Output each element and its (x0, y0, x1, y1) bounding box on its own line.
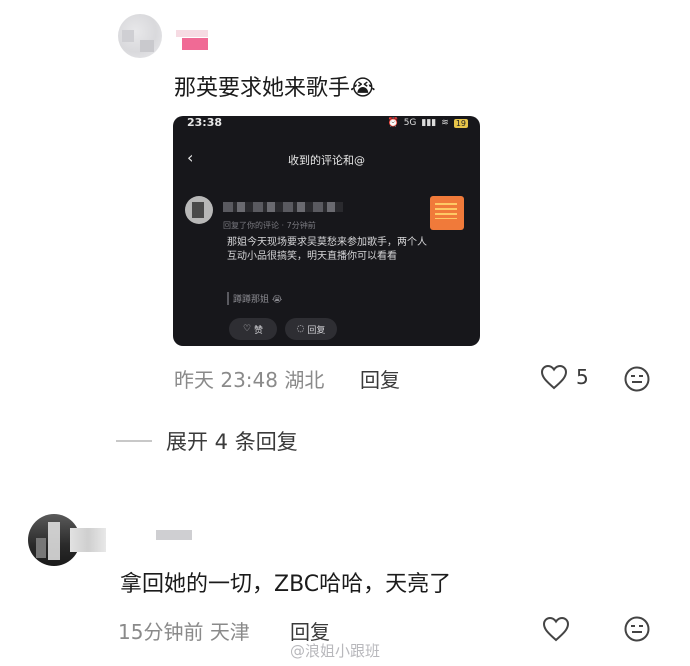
crying-emoji-icon: 😭 (350, 76, 376, 101)
like-count: 5 (576, 365, 589, 389)
emoji-reaction-icon[interactable] (623, 365, 651, 393)
embedded-name-blurred (223, 202, 343, 212)
battery-icon: 19 (453, 118, 468, 128)
commenter-name-2[interactable] (156, 530, 192, 540)
embedded-quote: 蹲蹲那姐 😭 (227, 292, 282, 305)
avatar-blur-overlay (70, 528, 106, 552)
wifi-icon: ≋ (441, 118, 449, 128)
comment-text: 那英要求她来歌手😭 (174, 76, 376, 101)
embedded-avatar (185, 196, 213, 224)
like-button[interactable]: 5 (540, 364, 589, 390)
screen-title: 收到的评论和@ (288, 154, 365, 167)
status-time: 23:38 (187, 116, 223, 129)
signal-icon: ▮▮▮ (421, 118, 437, 128)
commenter-name[interactable] (176, 30, 208, 50)
network-label: 5G (403, 118, 417, 128)
comment-meta: 昨天 23:48 湖北 (174, 368, 325, 392)
heart-icon[interactable] (542, 616, 570, 642)
comment-meta-2: 15分钟前 天津 (118, 620, 250, 644)
comment-text-2: 拿回她的一切，ZBC哈哈，天亮了 (120, 572, 452, 597)
expand-divider (116, 440, 152, 442)
embedded-like-button: ♡ 赞 (229, 318, 277, 340)
heart-icon (540, 364, 568, 390)
embedded-body: 那姐今天现场要求吴莫愁来参加歌手，两个人互动小品很搞笑，明天直播你可以看看 (227, 237, 427, 262)
comment-image[interactable]: 23:38 ⏰ 5G ▮▮▮ ≋ 19 ‹ 收到的评论和@ 回复了你的评论 · … (173, 116, 480, 346)
watermark: @浪姐小跟班 (290, 642, 381, 660)
embedded-subline: 回复了你的评论 · 7分钟前 (223, 221, 316, 230)
speech-bubble-icon: ◌ (296, 324, 305, 334)
embedded-thumbnail (430, 196, 464, 230)
heart-icon: ♡ (242, 324, 252, 334)
reply-button[interactable]: 回复 (360, 364, 400, 393)
emoji-reaction-icon-2[interactable] (623, 615, 651, 643)
alarm-icon: ⏰ (387, 118, 399, 128)
embedded-reply-button: ◌ 回复 (285, 318, 337, 340)
status-icons: ⏰ 5G ▮▮▮ ≋ 19 (387, 118, 468, 128)
commenter-avatar[interactable] (118, 14, 162, 58)
expand-replies-button[interactable]: 展开 4 条回复 (166, 426, 298, 456)
